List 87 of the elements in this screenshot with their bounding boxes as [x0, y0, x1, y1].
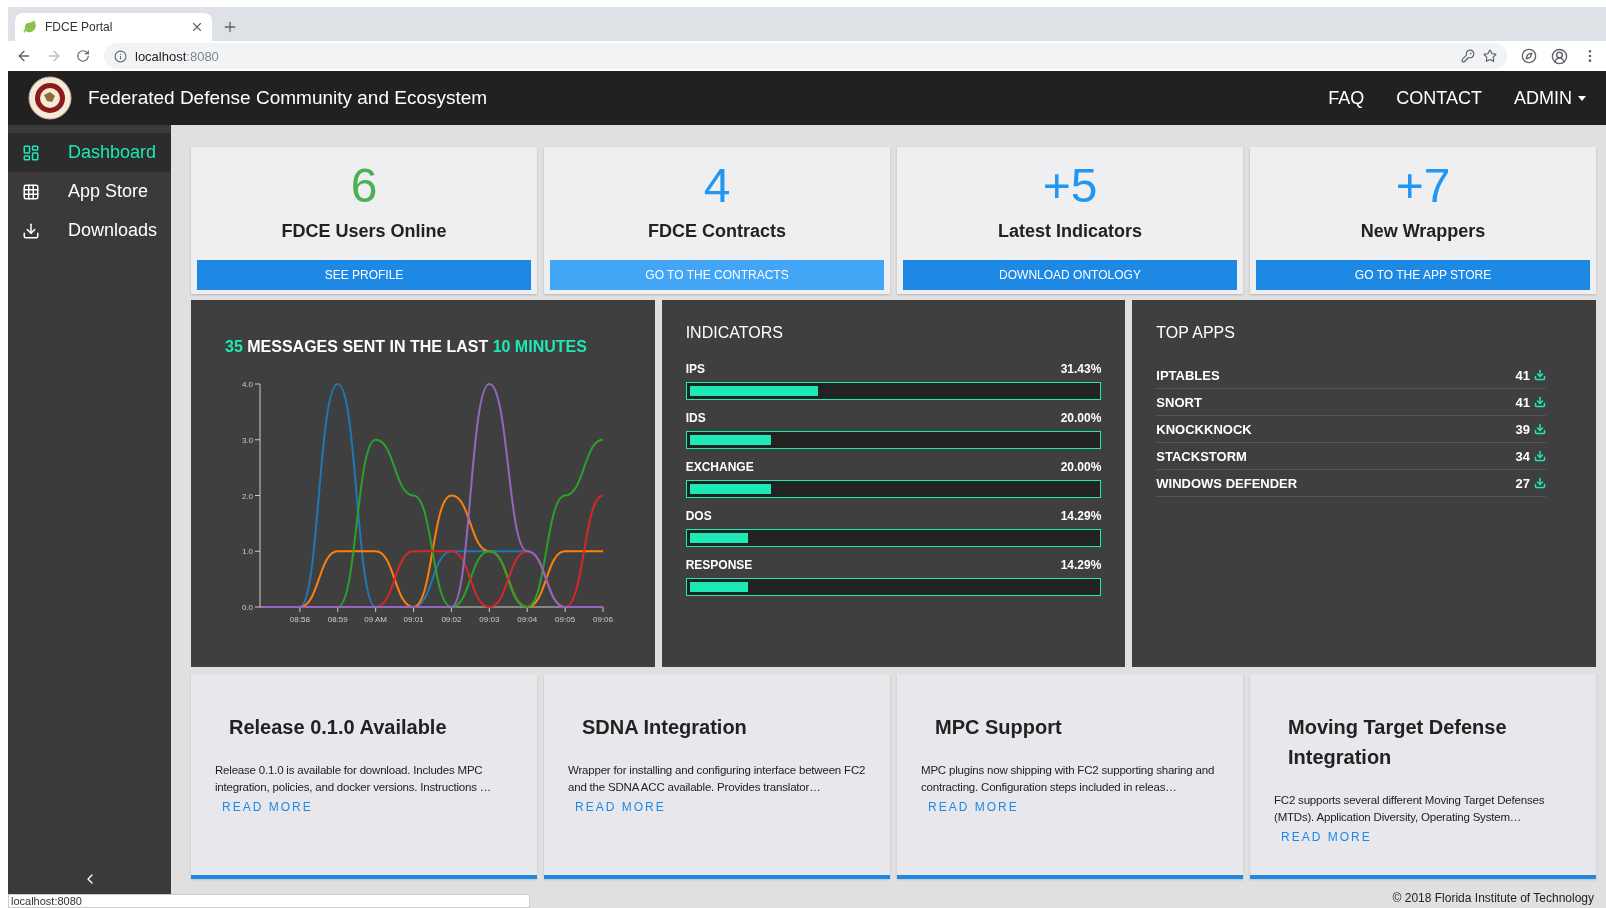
indicator-name: RESPONSE: [685, 558, 753, 572]
news-title: SDNA Integration: [582, 715, 748, 740]
app-name: WINDOWS DEFENDER: [1156, 475, 1299, 491]
y-tick-label: 1.0: [241, 547, 253, 557]
compass-icon[interactable]: [1521, 48, 1537, 64]
news-text: MPC plugins now shipping with FC2 supporting sharing and contracting. Configuration steps included in releas…: [921, 763, 1216, 795]
download-count: 39: [1515, 421, 1530, 437]
x-tick-label: 09:01: [403, 615, 424, 624]
news-title: Release 0.1.0 Available: [229, 715, 448, 740]
app-name: SNORT: [1156, 394, 1203, 410]
tab-title: FDCE Portal: [45, 20, 114, 34]
news-text: Wrapper for installing and configuring interface between FC2 and the SDNA ACC available. Provides translator…: [568, 763, 866, 795]
caret-icon: [1578, 95, 1586, 101]
browser-tab[interactable]: FDCE Portal: [15, 13, 212, 41]
stat-label: FDCE Users Online: [281, 221, 447, 242]
nav-link[interactable]: FAQ: [1328, 87, 1365, 109]
y-tick-label: 2.0: [241, 491, 253, 501]
stat-value: +7: [1395, 158, 1451, 214]
site-title: Federated Defense Community and Ecosystem: [88, 87, 489, 109]
nav-link[interactable]: CONTACT: [1396, 87, 1482, 109]
stat-value: 6: [350, 158, 378, 214]
app-name: KNOCKKNOCK: [1156, 421, 1253, 437]
chart-title: 35 MESSAGES SENT IN THE LAST 10 MINUTES: [225, 338, 588, 356]
star-icon[interactable]: [1483, 49, 1497, 63]
x-tick-label: 09:04: [517, 615, 538, 624]
download-icon[interactable]: [1534, 369, 1546, 381]
indicator-name: IPS: [685, 362, 705, 376]
x-tick-label: 08:59: [327, 615, 348, 624]
download-icon[interactable]: [1534, 450, 1546, 462]
status-bar-url: localhost:8080: [8, 894, 530, 908]
sidebar-item[interactable]: Downloads: [8, 211, 171, 250]
stat-button[interactable]: GO TO THE APP STORE: [1256, 260, 1590, 290]
grid-icon: [22, 182, 40, 201]
x-tick-label: 08:58: [289, 615, 310, 624]
stat-button[interactable]: DOWNLOAD ONTOLOGY: [903, 260, 1237, 290]
y-tick-label: 4.0: [241, 380, 253, 389]
indicator-percent: 20.00%: [1060, 460, 1102, 474]
stat-value: +5: [1042, 158, 1098, 214]
download-count: 34: [1515, 448, 1530, 464]
panel-title: INDICATORS: [685, 324, 784, 342]
x-tick-label: 09:06: [593, 615, 613, 624]
app-name: IPTABLES: [1156, 367, 1221, 383]
indicator-percent: 14.29%: [1060, 558, 1102, 572]
reload-icon[interactable]: [76, 49, 90, 63]
download-icon[interactable]: [1534, 423, 1546, 435]
indicator-name: DOS: [685, 509, 712, 523]
stat-label: New Wrappers: [1360, 221, 1486, 242]
download-count: 41: [1515, 367, 1530, 383]
indicator-percent: 31.43%: [1060, 362, 1102, 376]
download-count: 27: [1515, 475, 1530, 491]
info-icon: [114, 49, 127, 63]
admin-menu[interactable]: ADMIN: [1514, 87, 1586, 109]
indicator-name: EXCHANGE: [685, 460, 754, 474]
x-tick-label: 09:02: [441, 615, 462, 624]
address-field[interactable]: localhost:8080: [104, 43, 1507, 69]
key-icon[interactable]: [1461, 49, 1475, 63]
sidebar-item[interactable]: App Store: [8, 172, 171, 211]
y-tick-label: 3.0: [241, 435, 253, 445]
news-title: MPC Support: [935, 715, 1063, 740]
copyright: © 2018 Florida Institute of Technology: [1392, 891, 1594, 905]
close-icon[interactable]: [190, 20, 204, 34]
leaf-icon: [23, 20, 37, 34]
indicator-percent: 14.29%: [1060, 509, 1102, 523]
dashboard-icon: [22, 143, 40, 162]
seal-logo: [28, 76, 72, 120]
x-tick-label: 09:03: [479, 615, 500, 624]
download-icon: [22, 221, 40, 240]
stat-label: FDCE Contracts: [648, 221, 786, 242]
profile-icon[interactable]: [1551, 47, 1568, 65]
panel-title: TOP APPS: [1156, 324, 1236, 342]
indicator-name: IDS: [685, 411, 706, 425]
stat-button[interactable]: SEE PROFILE: [197, 260, 531, 290]
download-icon[interactable]: [1534, 396, 1546, 408]
indicator-percent: 20.00%: [1060, 411, 1102, 425]
download-icon[interactable]: [1534, 477, 1546, 489]
news-text: FC2 supports several different Moving Target Defenses (MTDs). Application Diversity, Operating System…: [1274, 793, 1546, 825]
plus-icon[interactable]: [222, 19, 238, 35]
news-title: Moving Target Defense Integration: [1288, 715, 1508, 770]
news-text: Release 0.1.0 is available for download. Includes MPC integration, policies, and docker versions. Instructions …: [215, 763, 493, 795]
x-tick-label: 09:05: [555, 615, 576, 624]
app-name: STACKSTORM: [1156, 448, 1248, 464]
x-tick-label: 09 AM: [364, 615, 387, 624]
download-count: 41: [1515, 394, 1530, 410]
stat-label: Latest Indicators: [997, 221, 1142, 242]
sidebar-item[interactable]: Dashboard: [8, 133, 171, 172]
y-tick-label: 0.0: [241, 603, 253, 612]
stat-value: 4: [703, 158, 731, 214]
